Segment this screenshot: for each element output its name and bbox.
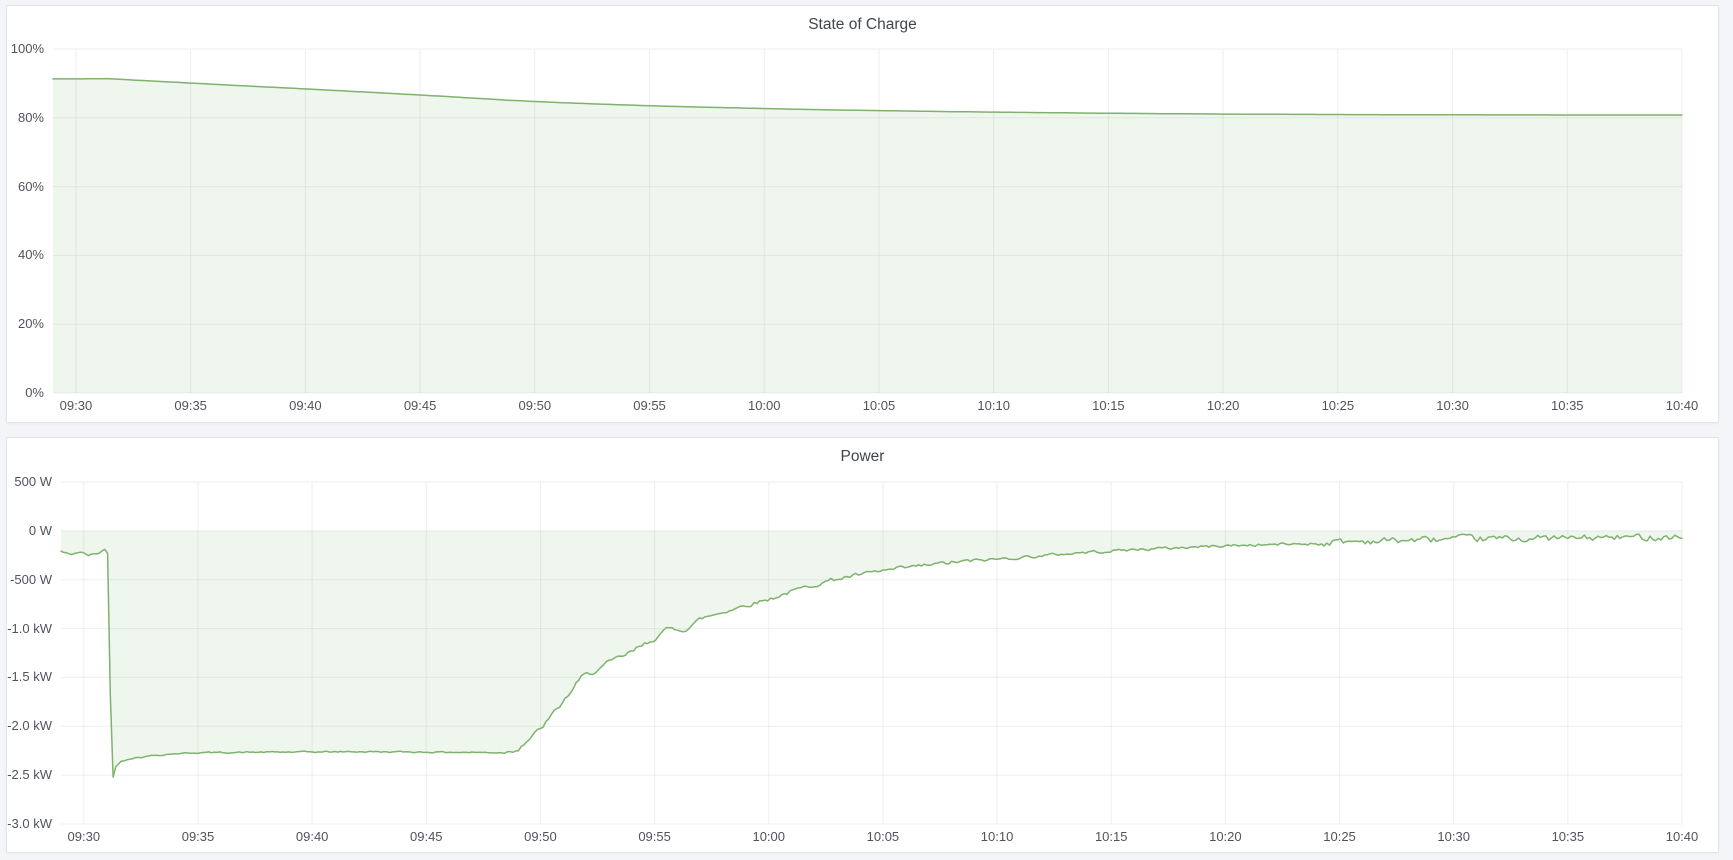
y-tick-label: 0% <box>7 386 44 400</box>
x-tick-label: 10:20 <box>1209 829 1242 844</box>
x-tick-label: 10:00 <box>752 829 785 844</box>
x-tick-label: 09:35 <box>182 829 215 844</box>
x-tick-label: 10:05 <box>867 829 900 844</box>
x-tick-label: 09:30 <box>60 398 93 413</box>
x-tick-label: 10:00 <box>748 398 781 413</box>
x-tick-label: 09:55 <box>638 829 671 844</box>
panel-power: Power 500 W0 W-500 W-1.0 kW-1.5 kW-2.0 k… <box>6 437 1719 853</box>
y-tick-label: -1.0 kW <box>7 622 52 636</box>
x-tick-label: 10:40 <box>1666 829 1699 844</box>
x-tick-label: 09:45 <box>404 398 437 413</box>
y-tick-label: 40% <box>7 248 44 262</box>
y-tick-label: -1.5 kW <box>7 670 52 684</box>
x-tick-label: 09:50 <box>519 398 552 413</box>
x-tick-label: 10:10 <box>981 829 1014 844</box>
x-tick-label: 10:30 <box>1436 398 1469 413</box>
y-tick-label: -500 W <box>7 573 52 587</box>
x-tick-label: 10:40 <box>1666 398 1699 413</box>
x-tick-label: 10:35 <box>1552 829 1585 844</box>
series-area <box>61 531 1682 777</box>
series-area <box>53 79 1682 393</box>
x-tick-label: 10:05 <box>863 398 896 413</box>
y-tick-label: 20% <box>7 317 44 331</box>
x-tick-label: 09:50 <box>524 829 557 844</box>
y-tick-label: 100% <box>7 42 44 56</box>
x-tick-label: 10:20 <box>1207 398 1240 413</box>
x-tick-label: 09:55 <box>633 398 666 413</box>
x-tick-label: 10:25 <box>1323 829 1356 844</box>
x-tick-label: 10:30 <box>1437 829 1470 844</box>
x-tick-label: 10:15 <box>1095 829 1128 844</box>
x-tick-label: 09:45 <box>410 829 443 844</box>
x-tick-label: 10:35 <box>1551 398 1584 413</box>
y-tick-label: 0 W <box>7 524 52 538</box>
y-tick-label: 500 W <box>7 475 52 489</box>
panel-state-of-charge: State of Charge 100%80%60%40%20%0%09:300… <box>6 5 1719 423</box>
x-tick-label: 09:30 <box>68 829 101 844</box>
y-tick-label: -3.0 kW <box>7 817 52 831</box>
y-tick-label: -2.5 kW <box>7 768 52 782</box>
x-tick-label: 10:25 <box>1322 398 1355 413</box>
x-tick-label: 10:10 <box>977 398 1010 413</box>
y-tick-label: 80% <box>7 111 44 125</box>
x-tick-label: 10:15 <box>1092 398 1125 413</box>
y-tick-label: -2.0 kW <box>7 719 52 733</box>
x-tick-label: 09:40 <box>296 829 329 844</box>
x-tick-label: 09:35 <box>174 398 207 413</box>
x-tick-label: 09:40 <box>289 398 322 413</box>
y-tick-label: 60% <box>7 180 44 194</box>
